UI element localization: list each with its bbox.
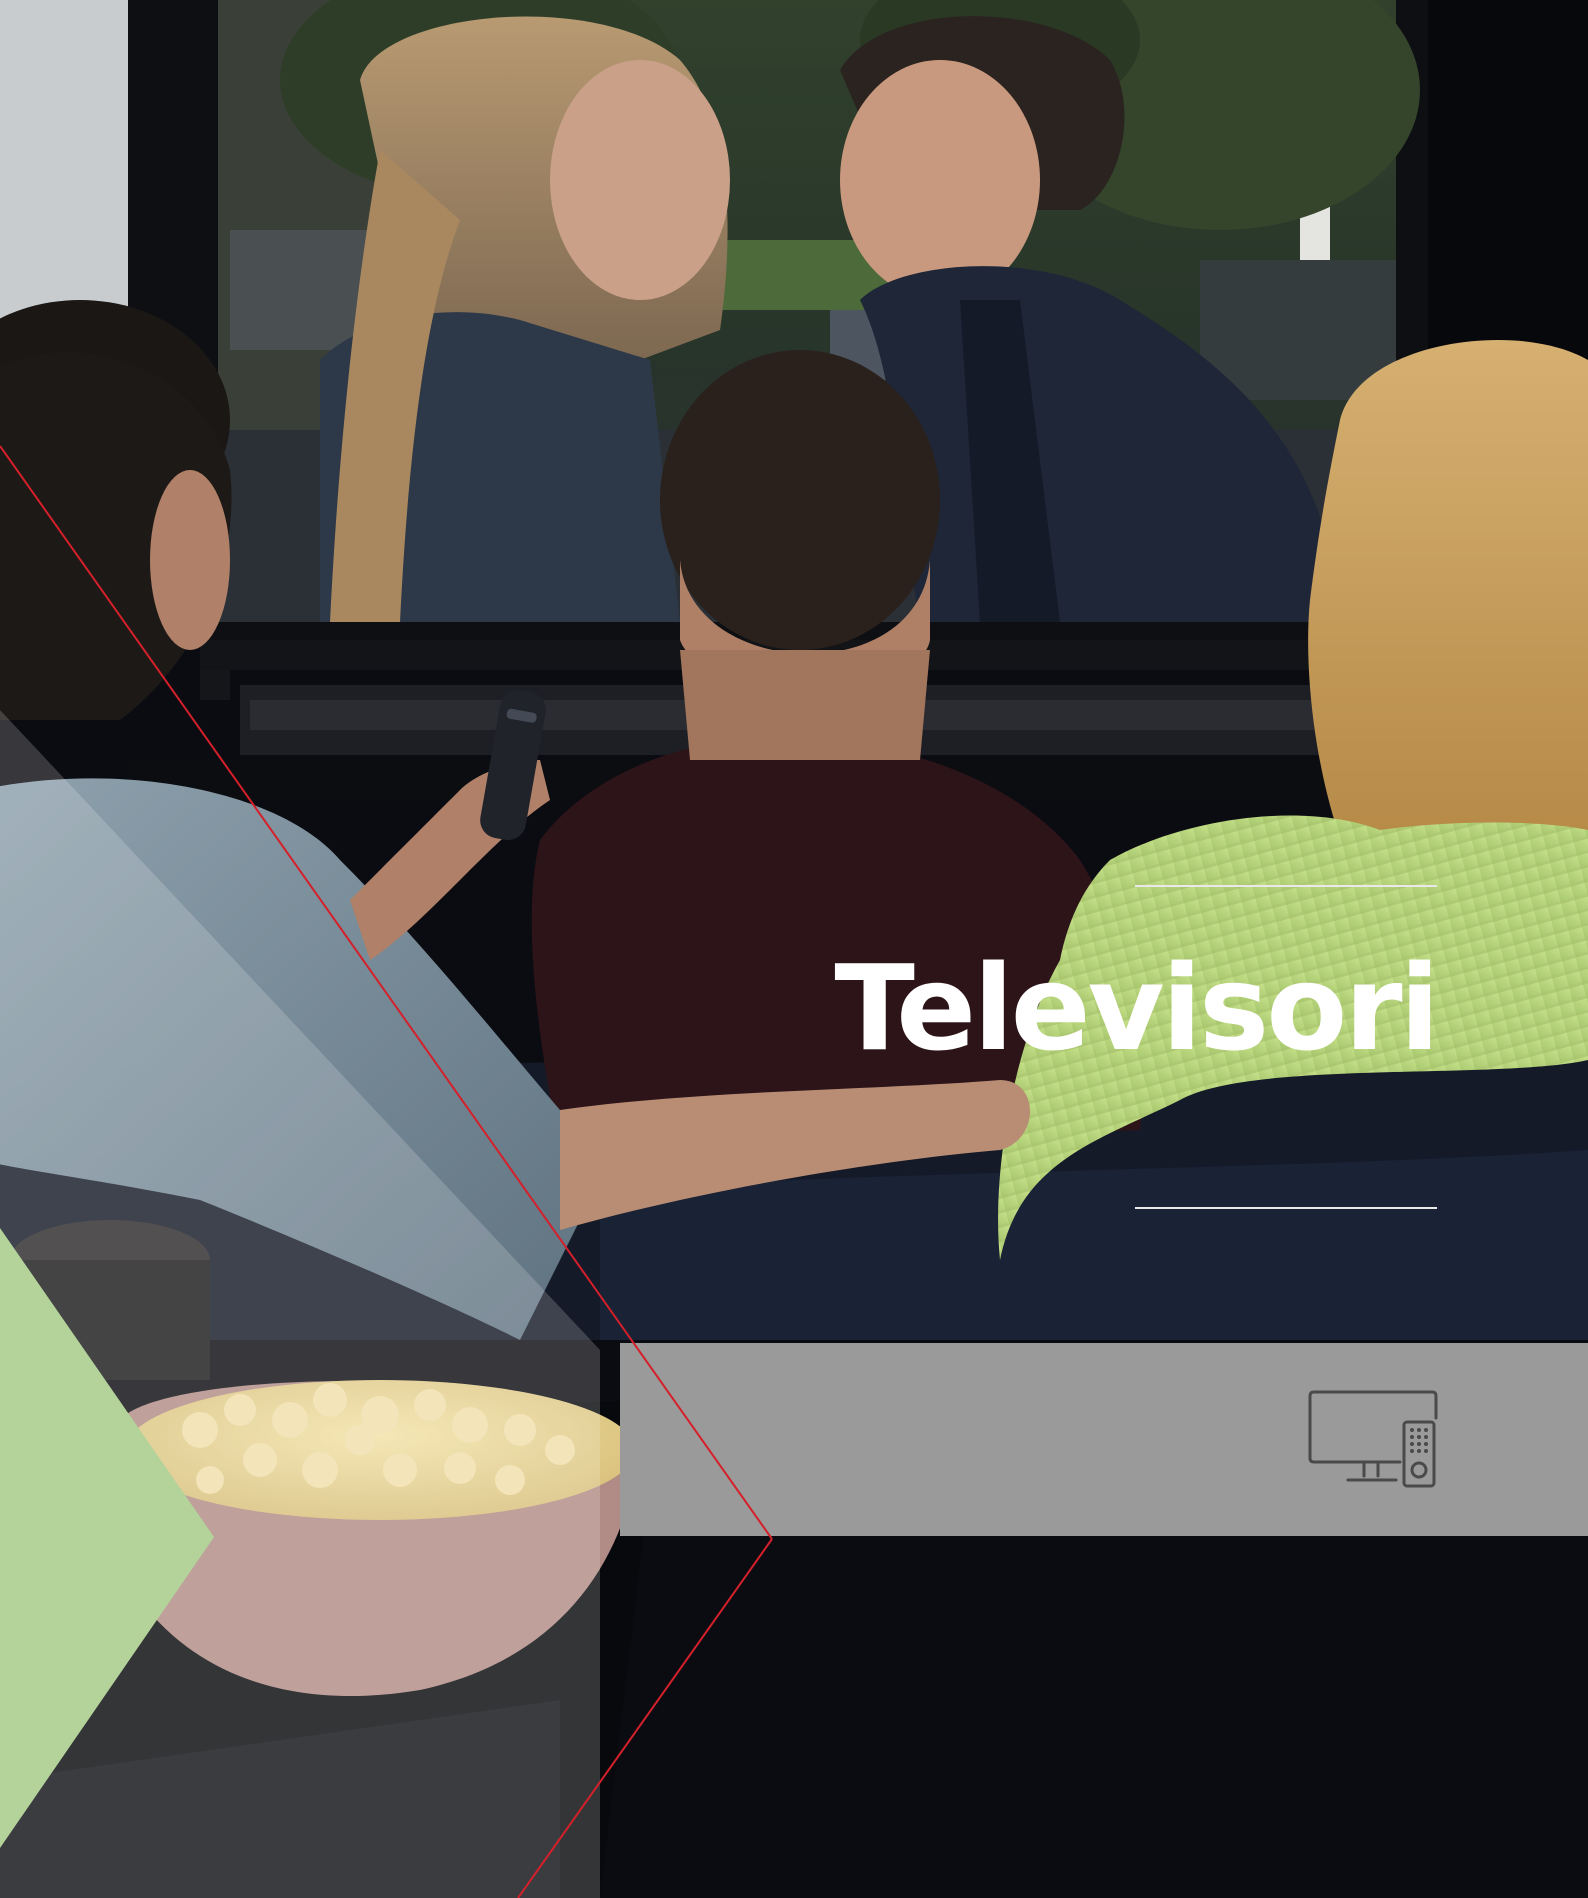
tv-category-banner: Televisori (0, 0, 1588, 1898)
tv-remote-icon (1308, 1390, 1438, 1490)
page-title: Televisori (834, 939, 1440, 1077)
title-rule-bottom (1135, 1207, 1437, 1209)
title-rule-top (1135, 885, 1437, 887)
title-block: Televisori (834, 884, 1440, 1212)
